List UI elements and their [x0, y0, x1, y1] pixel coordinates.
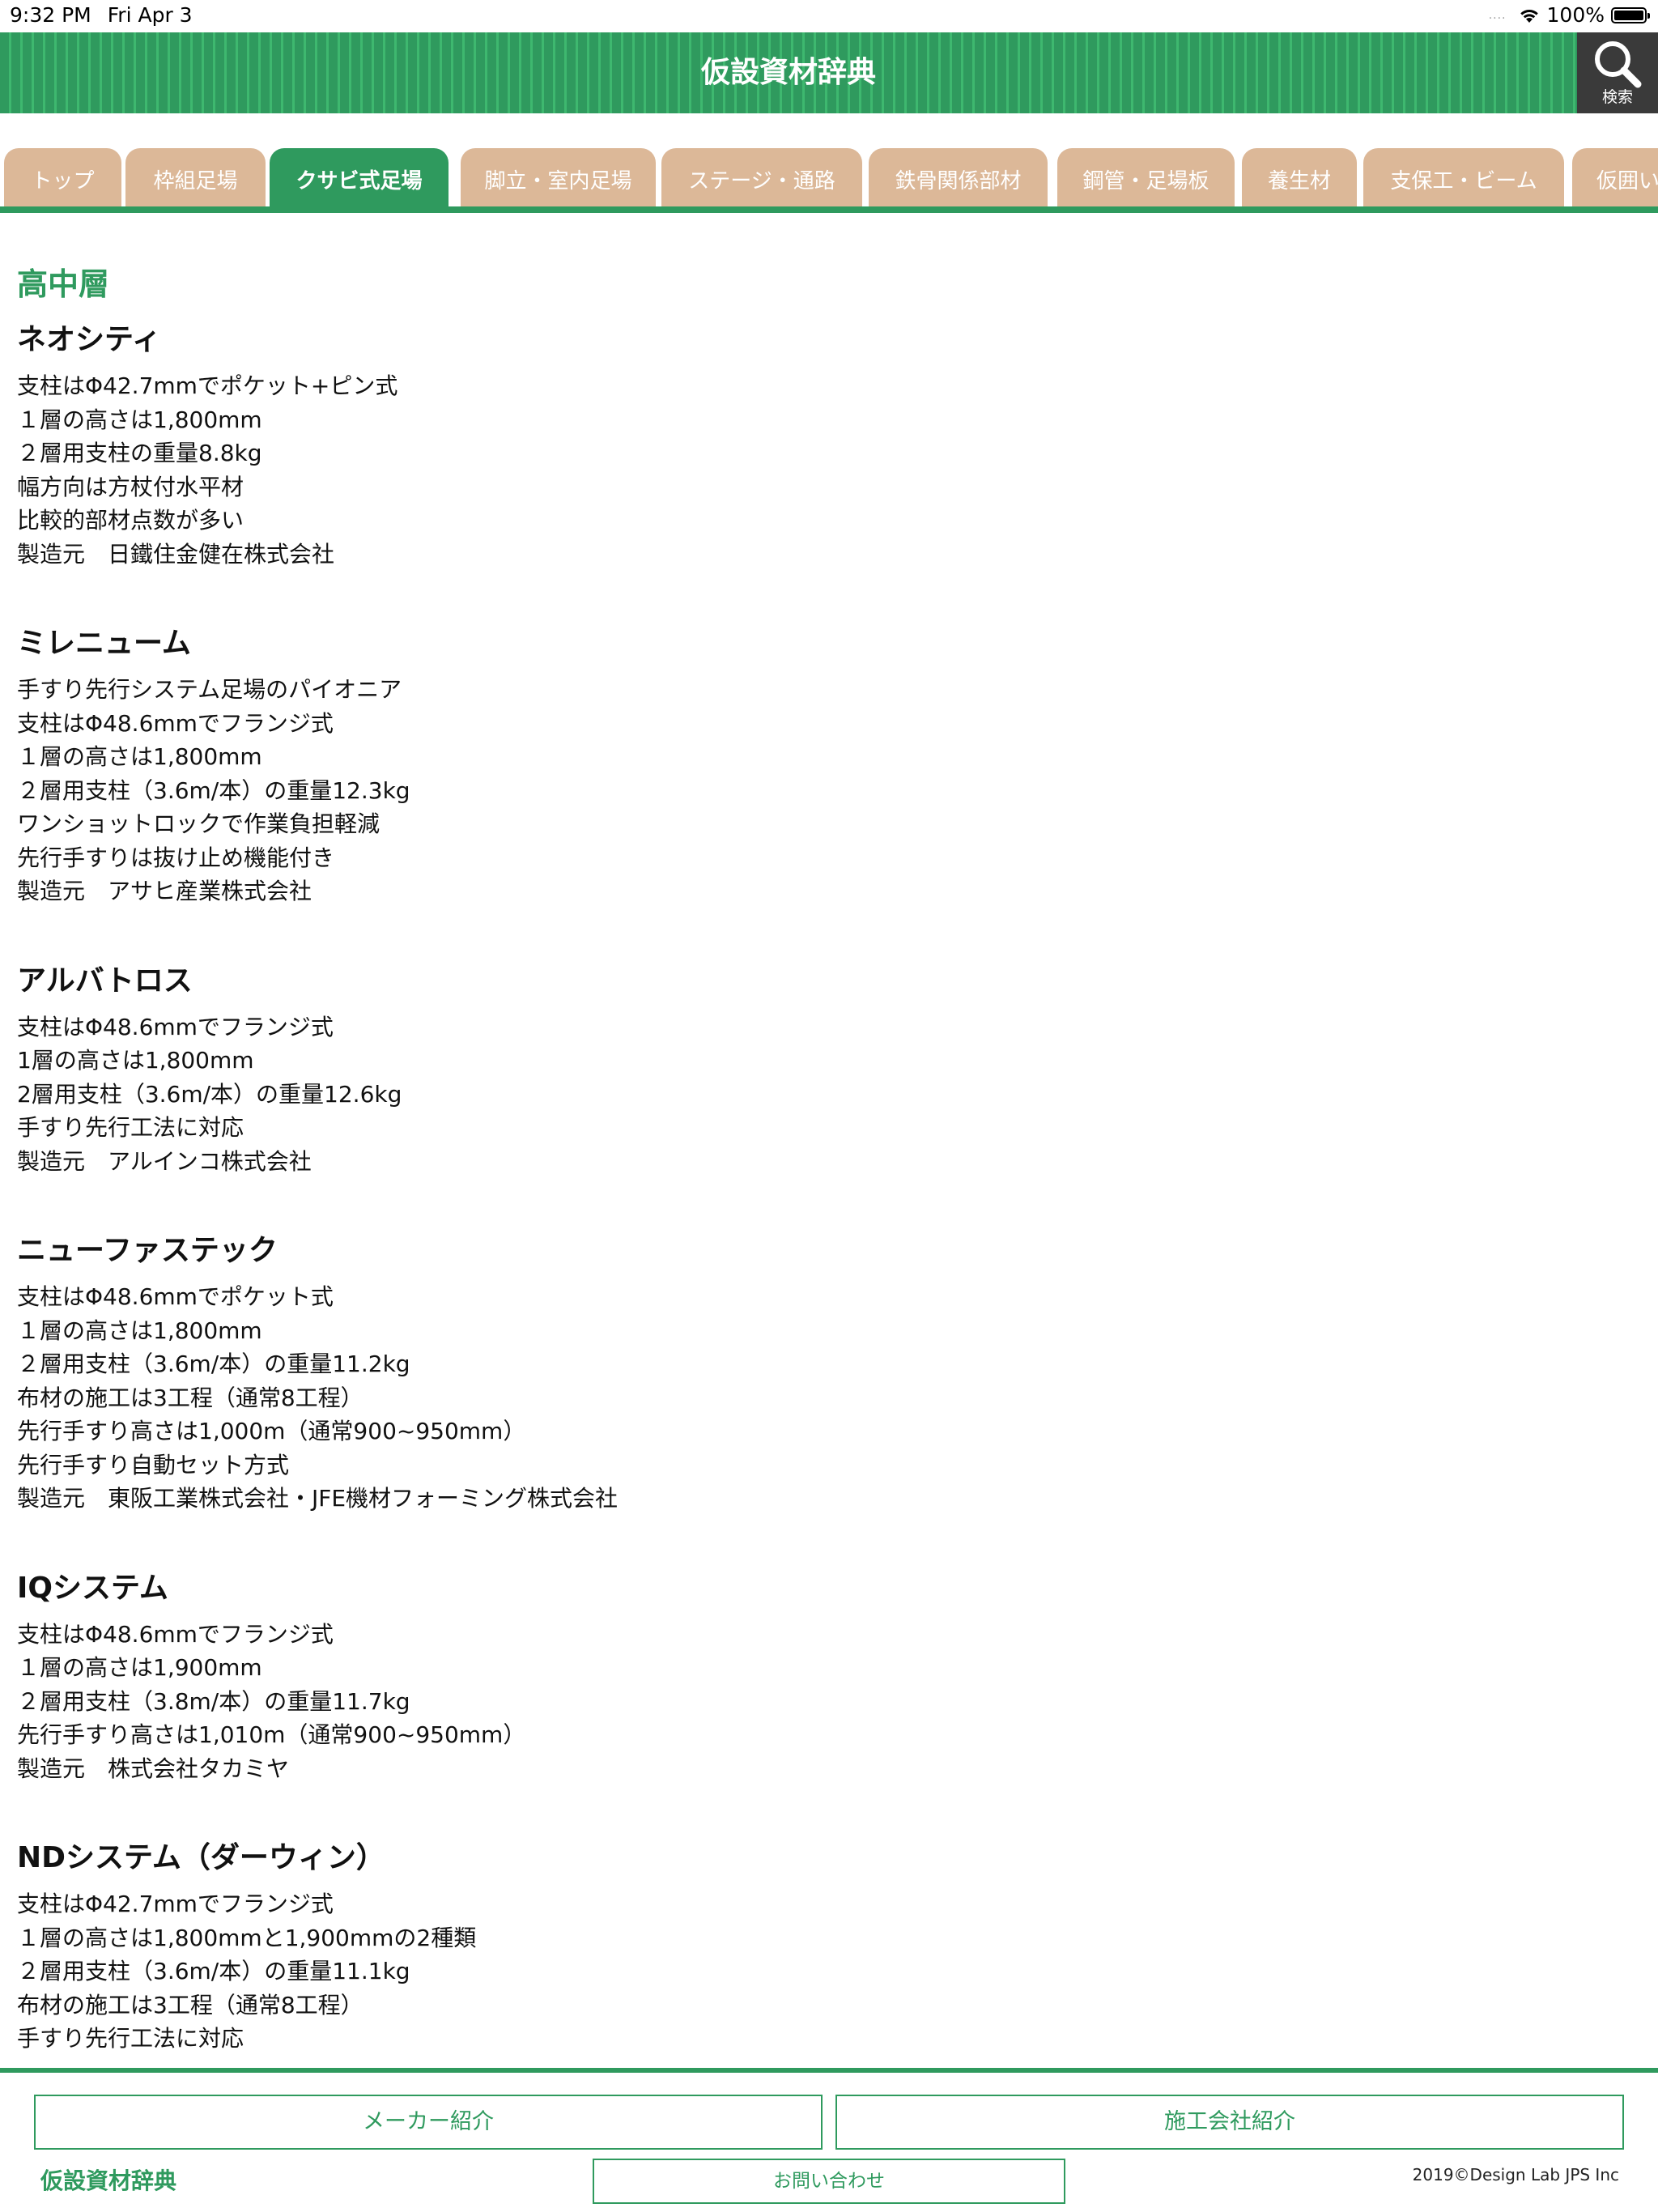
category-tabs: トップ 枠組足場 クサビ式足場 脚立・室内足場 ステージ・通路 鉄骨関係部材 鋼… — [0, 148, 1658, 206]
section-title: 高中層 — [17, 266, 110, 302]
main-content: 高中層 ネオシティ支柱はΦ42.7mmでポケット+ピン式 １層の高さは1,800m… — [17, 259, 1628, 2106]
cellular-signal-icon: .... — [1488, 8, 1507, 22]
product-spec-line: ２層用支柱（3.6m/本）の重量11.2kg — [17, 1351, 410, 1377]
product-spec-line: 製造元 アサヒ産業株式会社 — [17, 878, 312, 904]
product-title: IQシステム — [17, 1571, 168, 1605]
product-title: ニューファステック — [17, 1234, 278, 1267]
product-spec-line: 手すり先行工法に対応 — [17, 1114, 244, 1141]
product-spec-line: 2層用支柱（3.6m/本）の重量12.6kg — [17, 1080, 402, 1108]
copyright-text: 2019©Design Lab JPS Inc — [1412, 2165, 1619, 2184]
app-header: 仮設資材辞典 検索 — [0, 32, 1658, 113]
footer: メーカー紹介 施工会社紹介 仮設資材辞典 お問い合わせ 2019©Design … — [0, 2068, 1658, 2212]
tab-label: 鉄骨関係部材 — [895, 169, 1022, 194]
product-item: ミレニューム手すり先行システム足場のパイオニア 支柱はΦ48.6mmでフランジ式 １… — [17, 621, 1628, 908]
tab-label: クサビ式足場 — [295, 169, 423, 194]
product-spec-line: 手すり先行工法に対応 — [17, 2025, 244, 2052]
product-spec-line: 比較的部材点数が多い — [17, 507, 244, 534]
product-spec-line: ２層用支柱（3.8m/本）の重量11.7kg — [17, 1687, 410, 1715]
battery-icon — [1611, 6, 1650, 23]
scaffold-list: ネオシティ支柱はΦ42.7mmでポケット+ピン式 １層の高さは1,800mm ２層用… — [17, 317, 1628, 2056]
tab-frame-scaffold[interactable]: 枠組足場 — [125, 148, 266, 206]
tab-stepladder-indoor[interactable]: 脚立・室内足場 — [461, 148, 656, 206]
contractor-intro-button[interactable]: 施工会社紹介 — [835, 2095, 1624, 2150]
tab-temporary-enclosure[interactable]: 仮囲い — [1572, 148, 1658, 206]
status-bar-right: .... 100% — [1488, 3, 1650, 27]
product-spec-line: 布材の施工は3工程（通常8工程） — [17, 1991, 363, 2018]
product-spec-line: １層の高さは1,800mm — [17, 1317, 262, 1344]
status-bar-left: 9:32 PM Fri Apr 3 — [10, 3, 209, 27]
product-title: ネオシティ — [17, 323, 161, 356]
tab-stage-walkway[interactable]: ステージ・通路 — [661, 148, 862, 206]
tab-underline — [0, 206, 1658, 213]
tab-shoring-beam[interactable]: 支保工・ビーム — [1363, 148, 1564, 206]
status-bar: 9:32 PM Fri Apr 3 .... 100% — [0, 0, 1658, 32]
product-spec-line: ２層用支柱（3.6m/本）の重量11.1kg — [17, 1958, 410, 1984]
tab-label: 支保工・ビーム — [1390, 169, 1537, 194]
status-date: Fri Apr 3 — [107, 3, 193, 27]
product-title: NDシステム（ダーウィン） — [17, 1841, 385, 1874]
product-spec-line: 支柱はΦ48.6mmでフランジ式 — [17, 1013, 334, 1040]
tab-label: 養生材 — [1267, 169, 1331, 194]
tab-steel-frame-parts[interactable]: 鉄骨関係部材 — [869, 148, 1048, 206]
tab-steel-pipe-board[interactable]: 鋼管・足場板 — [1057, 148, 1235, 206]
product-spec-line: 先行手すり自動セット方式 — [17, 1451, 290, 1478]
battery-level-fill — [1614, 10, 1643, 20]
product-spec-line: ワンショットロックで作業負担軽減 — [17, 810, 380, 837]
tab-label: ステージ・通路 — [688, 169, 835, 194]
product-item: NDシステム（ダーウィン） 支柱はΦ42.7mmでフランジ式 １層の高さは1,800… — [17, 1836, 1628, 2056]
product-item: ニューファステック支柱はΦ48.6mmでポケット式 １層の高さは1,800mm ２層… — [17, 1228, 1628, 1516]
product-spec-line: 支柱はΦ42.7mmでフランジ式 — [17, 1891, 334, 1917]
footer-logo[interactable]: 仮設資材辞典 — [40, 2163, 176, 2196]
product-spec-line: ２層用支柱の重量8.8kg — [17, 440, 262, 466]
maker-intro-button[interactable]: メーカー紹介 — [34, 2095, 823, 2150]
product-spec-line: 1層の高さは1,800mm — [17, 1047, 254, 1074]
product-spec-line: 支柱はΦ48.6mmでフランジ式 — [17, 1620, 334, 1648]
product-spec-line: 製造元 日鐵住金健在株式会社 — [17, 540, 335, 568]
product-spec-line: 先行手すりは抜け止め機能付き — [17, 844, 335, 871]
product-spec-line: １層の高さは1,800mm — [17, 406, 262, 433]
product-spec-line: 布材の施工は3工程（通常8工程） — [17, 1384, 363, 1411]
product-item: IQシステム支柱はΦ48.6mmでフランジ式 １層の高さは1,900mm ２層用支柱… — [17, 1566, 1628, 1786]
tab-wedge-scaffold[interactable]: クサビ式足場 — [270, 148, 449, 206]
battery-percent: 100% — [1546, 3, 1605, 27]
search-button[interactable]: 検索 — [1577, 32, 1658, 113]
magnifier-icon — [1595, 41, 1642, 88]
tab-label: 鋼管・足場板 — [1082, 169, 1209, 194]
product-spec-line: １層の高さは1,800mm — [17, 743, 262, 770]
product-item: ネオシティ支柱はΦ42.7mmでポケット+ピン式 １層の高さは1,800mm ２層用… — [17, 317, 1628, 571]
app-title: 仮設資材辞典 — [700, 56, 876, 89]
tab-label: 脚立・室内足場 — [484, 169, 632, 194]
product-spec-line: 幅方向は方杖付水平材 — [17, 473, 244, 500]
product-title: ミレニューム — [17, 627, 191, 660]
contact-button[interactable]: お問い合わせ — [593, 2159, 1065, 2204]
product-spec-line: １層の高さは1,900mm — [17, 1654, 262, 1681]
product-spec-line: １層の高さは1,800mmと1,900mmの2種類 — [17, 1924, 477, 1951]
product-item: アルバトロス支柱はΦ48.6mmでフランジ式 1層の高さは1,800mm 2層用支柱… — [17, 959, 1628, 1179]
tab-top[interactable]: トップ — [4, 148, 121, 206]
product-spec-line: 支柱はΦ48.6mmでフランジ式 — [17, 709, 334, 737]
product-spec-line: 支柱はΦ48.6mmでポケット式 — [17, 1283, 334, 1310]
product-spec-line: 製造元 アルインコ株式会社 — [17, 1147, 312, 1175]
tab-label: 枠組足場 — [153, 169, 238, 194]
product-spec-line: ２層用支柱（3.6m/本）の重量12.3kg — [17, 776, 410, 804]
product-spec-line: 先行手すり高さは1,000m（通常900~950mm） — [17, 1418, 526, 1444]
product-spec-line: 先行手すり高さは1,010m（通常900~950mm） — [17, 1721, 526, 1748]
product-spec-line: 手すり先行システム足場のパイオニア — [17, 676, 402, 703]
product-spec-line: 支柱はΦ42.7mmでポケット+ピン式 — [17, 372, 398, 399]
search-label: 検索 — [1601, 88, 1633, 106]
product-spec-line: 製造元 株式会社タカミヤ — [17, 1755, 290, 1782]
tab-curing-material[interactable]: 養生材 — [1242, 148, 1357, 206]
wifi-icon — [1520, 9, 1538, 23]
product-spec-line: 製造元 東阪工業株式会社・JFE機材フォーミング株式会社 — [17, 1485, 619, 1512]
status-time: 9:32 PM — [10, 3, 91, 27]
tab-label: トップ — [31, 169, 95, 194]
tab-label: 仮囲い — [1596, 169, 1658, 194]
product-title: アルバトロス — [17, 963, 193, 998]
